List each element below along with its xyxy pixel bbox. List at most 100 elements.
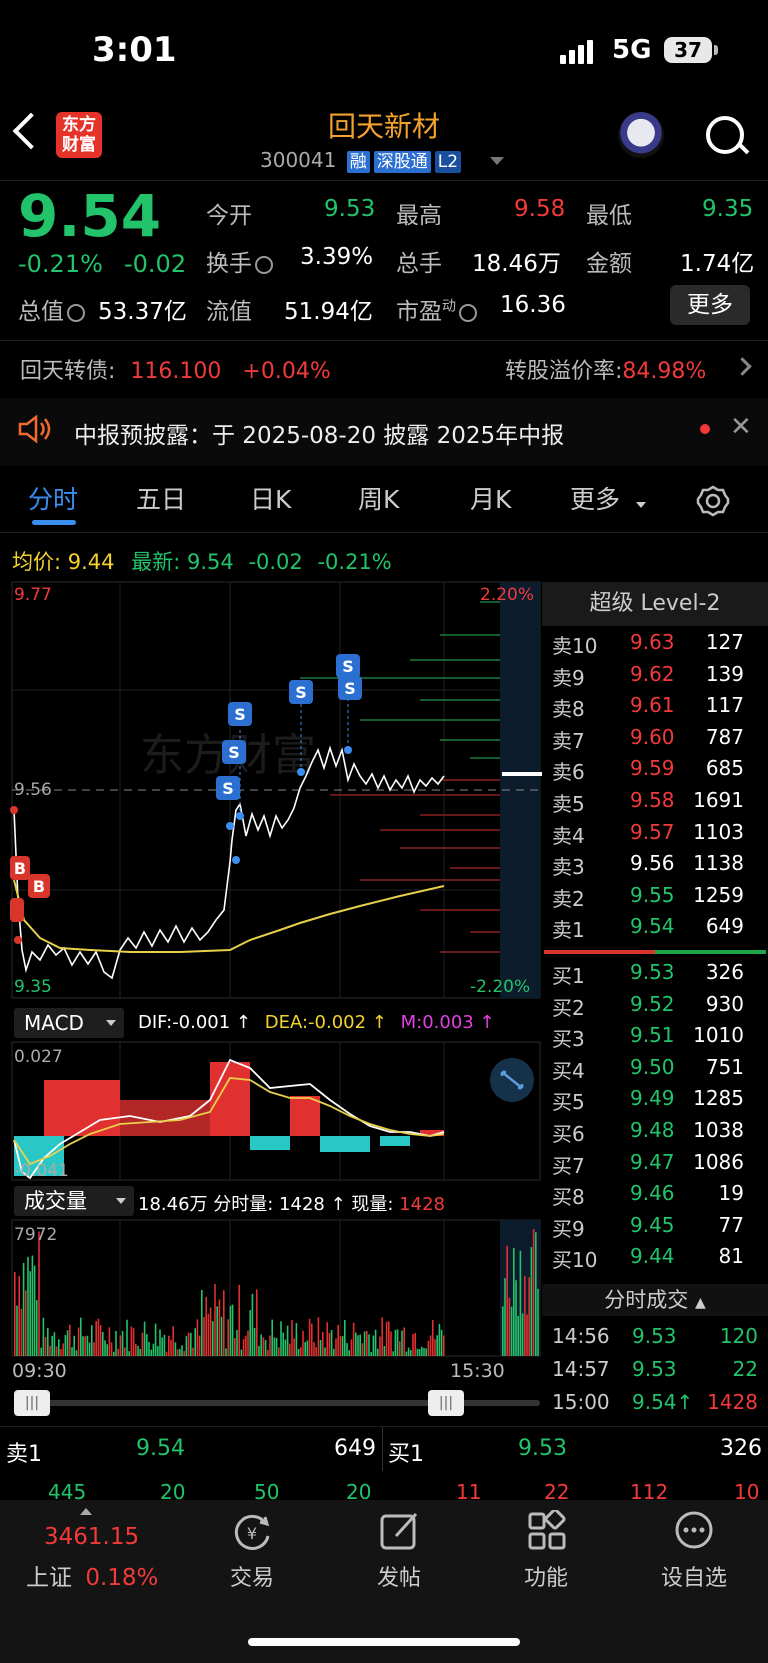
volume-bar bbox=[344, 1320, 346, 1356]
volume-bar bbox=[396, 1329, 399, 1356]
asks-row[interactable]: 卖7 9.60 787 bbox=[542, 723, 768, 754]
bids-row[interactable]: 买7 9.47 1086 bbox=[542, 1148, 768, 1179]
level-volume: 1103 bbox=[693, 819, 744, 844]
ticks-title[interactable]: 分时成交 ▲ bbox=[542, 1284, 768, 1316]
convertible-bond-row[interactable]: 回天转债: 116.100 +0.04% bbox=[20, 353, 331, 385]
volume-bar bbox=[504, 1278, 506, 1356]
volume-bar bbox=[394, 1329, 397, 1356]
level-price: 9.56 bbox=[630, 851, 675, 876]
sell-marker: S bbox=[228, 702, 252, 726]
open-value: 9.53 bbox=[324, 196, 376, 222]
volume-bar bbox=[238, 1284, 240, 1356]
nav-watchlist[interactable]: 设自选 bbox=[644, 1560, 744, 1592]
nav-trade[interactable]: 交易 bbox=[202, 1560, 302, 1592]
tab-intraday[interactable]: 分时 bbox=[28, 480, 78, 516]
search-icon[interactable] bbox=[706, 116, 744, 154]
volume-bar bbox=[157, 1346, 159, 1356]
sell-marker: S bbox=[289, 680, 313, 704]
bids-row[interactable]: 买9 9.45 77 bbox=[542, 1211, 768, 1242]
gear-icon[interactable] bbox=[696, 484, 730, 518]
volume-bar bbox=[58, 1339, 60, 1356]
index-row[interactable]: 上证 0.18% bbox=[26, 1558, 158, 1592]
level-volume: 751 bbox=[705, 1054, 744, 1079]
nav-post[interactable]: 发帖 bbox=[349, 1560, 449, 1592]
tab-five-day[interactable]: 五日 bbox=[136, 480, 186, 516]
asks-row[interactable]: 卖10 9.63 127 bbox=[542, 628, 768, 659]
asks-row[interactable]: 卖9 9.62 139 bbox=[542, 660, 768, 691]
bids-row[interactable]: 买3 9.51 1010 bbox=[542, 1021, 768, 1052]
volume-bar bbox=[49, 1345, 51, 1356]
amount-label: 金额 bbox=[586, 251, 632, 277]
level-volume: 787 bbox=[705, 724, 744, 749]
premium-row[interactable]: 转股溢价率:84.98% bbox=[505, 353, 706, 385]
volume-bar bbox=[172, 1326, 174, 1356]
volume-bar bbox=[330, 1330, 333, 1356]
tab-more[interactable]: 更多 bbox=[570, 480, 620, 516]
volume-bar bbox=[383, 1345, 386, 1356]
level1-row: 卖1 9.54 649 买1 9.53 326 bbox=[0, 1426, 768, 1471]
volume-bar bbox=[319, 1339, 322, 1356]
volume-bar bbox=[53, 1332, 56, 1356]
bids-row[interactable]: 买4 9.50 751 bbox=[542, 1053, 768, 1084]
volume-bar bbox=[366, 1330, 368, 1356]
bids-row[interactable]: 买1 9.53 326 bbox=[542, 958, 768, 989]
level2-title[interactable]: 超级 Level-2 bbox=[542, 582, 768, 626]
volume-chart[interactable]: 7972 bbox=[0, 1218, 542, 1358]
post-icon[interactable] bbox=[378, 1510, 422, 1554]
chevron-down-icon[interactable] bbox=[490, 157, 504, 165]
level-label: 卖5 bbox=[552, 792, 585, 816]
close-icon[interactable]: ✕ bbox=[730, 412, 752, 442]
info-icon[interactable] bbox=[67, 303, 85, 322]
volume-bar bbox=[436, 1335, 438, 1356]
volume-bar bbox=[82, 1336, 84, 1356]
volume-bar bbox=[33, 1265, 36, 1356]
asks-row[interactable]: 卖3 9.56 1138 bbox=[542, 849, 768, 880]
level-volume: 649 bbox=[705, 914, 744, 939]
intraday-chart[interactable]: 东方财富 9.77 9.56 9.35 2.20% -2.20% S S S S… bbox=[0, 580, 542, 1000]
volume-bar bbox=[379, 1336, 381, 1356]
function-icon[interactable] bbox=[526, 1510, 570, 1554]
volume-bar bbox=[335, 1338, 337, 1356]
nav-function[interactable]: 功能 bbox=[496, 1560, 596, 1592]
bids-row[interactable]: 买10 9.44 81 bbox=[542, 1242, 768, 1273]
volume-bar bbox=[275, 1337, 278, 1356]
info-icon[interactable] bbox=[255, 255, 273, 274]
stock-code-row[interactable]: 300041 融深股通 L2 bbox=[260, 148, 462, 173]
chevron-right-icon[interactable] bbox=[733, 357, 752, 376]
bids-row[interactable]: 买6 9.48 1038 bbox=[542, 1116, 768, 1147]
tab-monthly-k[interactable]: 月K bbox=[470, 480, 511, 516]
asks-row[interactable]: 卖4 9.57 1103 bbox=[542, 818, 768, 849]
bids-row[interactable]: 买8 9.46 19 bbox=[542, 1179, 768, 1210]
volume-bar bbox=[163, 1334, 166, 1356]
volume-max-label: 7972 bbox=[14, 1225, 57, 1245]
macd-chart[interactable]: 0.027 -0.041 bbox=[0, 1040, 542, 1182]
asks-row[interactable]: 卖6 9.59 685 bbox=[542, 754, 768, 785]
volume-bar bbox=[333, 1348, 335, 1356]
range-handle-left[interactable]: ||| bbox=[14, 1390, 50, 1416]
bids-row[interactable]: 买5 9.49 1285 bbox=[542, 1084, 768, 1115]
volume-selector[interactable]: 成交量 bbox=[14, 1186, 134, 1216]
trade-icon[interactable]: ¥ bbox=[230, 1510, 274, 1554]
range-handle-right[interactable]: ||| bbox=[428, 1390, 464, 1416]
book-divider bbox=[544, 950, 766, 954]
more-button[interactable]: 更多 bbox=[670, 285, 750, 325]
volume-bar bbox=[302, 1330, 304, 1356]
volume-bar bbox=[128, 1351, 130, 1356]
info-icon[interactable] bbox=[459, 303, 477, 322]
watchlist-icon[interactable] bbox=[674, 1510, 718, 1554]
svg-text:S: S bbox=[234, 705, 246, 724]
asks-row[interactable]: 卖8 9.61 117 bbox=[542, 691, 768, 722]
bids-row[interactable]: 买2 9.52 930 bbox=[542, 990, 768, 1021]
index-value[interactable]: 3461.15 bbox=[44, 1524, 139, 1550]
sell-marker: S bbox=[336, 654, 360, 678]
asks-row[interactable]: 卖5 9.58 1691 bbox=[542, 786, 768, 817]
asks-row[interactable]: 卖1 9.54 649 bbox=[542, 912, 768, 943]
asks-row[interactable]: 卖2 9.55 1259 bbox=[542, 881, 768, 912]
level-price: 9.53 bbox=[630, 960, 675, 984]
assistant-robot-icon[interactable] bbox=[618, 112, 664, 158]
macd-selector[interactable]: MACD bbox=[14, 1008, 124, 1038]
svg-text:B: B bbox=[14, 859, 26, 878]
level-label: 卖4 bbox=[552, 823, 585, 848]
tab-weekly-k[interactable]: 周K bbox=[358, 480, 399, 516]
tab-daily-k[interactable]: 日K bbox=[250, 480, 291, 516]
